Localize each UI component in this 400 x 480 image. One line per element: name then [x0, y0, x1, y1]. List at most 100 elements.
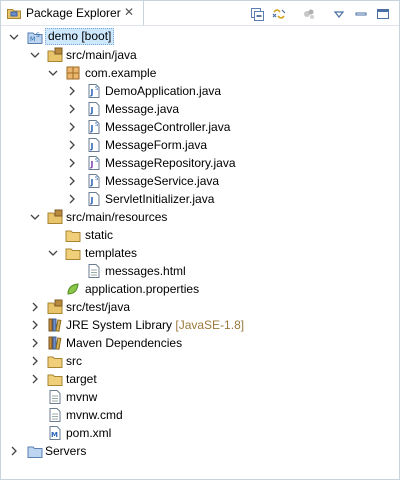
source-folder-icon	[47, 209, 63, 224]
chevron-down-icon[interactable]	[48, 64, 58, 82]
tree-item-label: templates	[85, 246, 138, 260]
tree-item-demo-project[interactable]: M S demo [boot]	[0, 28, 398, 46]
tree-item-servers-project[interactable]: Servers	[0, 442, 398, 460]
tree-item-file[interactable]: M pom.xml	[0, 424, 398, 442]
tree-item-label: static	[85, 228, 114, 242]
svg-text:J: J	[90, 106, 94, 115]
svg-text:J: J	[90, 142, 94, 151]
chevron-right-icon[interactable]	[67, 82, 77, 100]
tree-item-label: messages.html	[105, 264, 186, 278]
tree-item-label: application.properties	[85, 282, 200, 296]
chevron-right-icon[interactable]	[30, 352, 40, 370]
svg-text:J: J	[90, 196, 94, 205]
chevron-down-icon[interactable]	[9, 28, 19, 46]
tree-item-folder[interactable]: static	[0, 226, 398, 244]
maximize-icon[interactable]	[375, 6, 391, 22]
chevron-right-icon[interactable]	[67, 172, 77, 190]
svg-text:S: S	[95, 158, 98, 164]
svg-text:M: M	[30, 36, 35, 43]
minimize-icon[interactable]	[353, 6, 369, 22]
tree-item-label: DemoApplication.java	[105, 84, 222, 98]
tree-item-label: mvnw.cmd	[66, 408, 123, 422]
tree-item-label: MessageController.java	[105, 120, 231, 134]
tab-package-explorer[interactable]: Package Explorer ✕	[1, 1, 144, 25]
tree-item-folder[interactable]: templates	[0, 244, 398, 262]
file-icon	[88, 264, 100, 278]
tree-item-folder[interactable]: target	[0, 370, 398, 388]
chevron-down-icon[interactable]	[30, 46, 40, 64]
tree-item-label: src/main/resources	[66, 210, 168, 224]
collapse-all-icon[interactable]	[249, 6, 265, 22]
library-icon	[48, 336, 62, 350]
tree-item-label: Message.java	[105, 102, 180, 116]
library-icon	[48, 318, 62, 332]
link-with-editor-icon[interactable]	[271, 6, 287, 22]
java-file-icon: J	[88, 102, 100, 116]
tree-item-library[interactable]: JRE System Library [JavaSE-1.8]	[0, 316, 398, 334]
tree-item-label: mvnw	[66, 390, 98, 404]
tree-item-label: Maven Dependencies	[66, 336, 183, 350]
source-folder-icon	[47, 47, 63, 62]
svg-text:S: S	[95, 176, 98, 182]
svg-text:J: J	[90, 160, 94, 169]
tree-item-java-file[interactable]: JS MessageController.java	[0, 118, 398, 136]
tree-item-source-folder[interactable]: src/test/java	[0, 298, 398, 316]
tree-item-java-file[interactable]: J ServletInitializer.java	[0, 190, 398, 208]
view-menu-icon[interactable]	[331, 6, 347, 22]
java-file-icon: J	[88, 138, 100, 152]
source-folder-icon	[47, 299, 63, 314]
java-interface-file-icon: JS	[88, 156, 100, 170]
chevron-down-icon[interactable]	[30, 208, 40, 226]
tree-item-label: src/main/java	[66, 48, 137, 62]
chevron-down-icon[interactable]	[48, 244, 58, 262]
tree-item-file[interactable]: mvnw	[0, 388, 398, 406]
tree-item-file[interactable]: messages.html	[0, 262, 398, 280]
svg-text:J: J	[90, 88, 94, 97]
chevron-right-icon[interactable]	[67, 154, 77, 172]
tree-item-java-file[interactable]: JS MessageRepository.java	[0, 154, 398, 172]
java-file-icon: JS	[88, 120, 100, 134]
chevron-right-icon[interactable]	[67, 136, 77, 154]
chevron-right-icon[interactable]	[30, 334, 40, 352]
tree-item-label: JRE System Library [JavaSE-1.8]	[66, 316, 244, 334]
view-tab-bar: Package Explorer ✕	[1, 1, 399, 26]
boot-project-icon: M S	[27, 32, 43, 44]
chevron-right-icon[interactable]	[67, 118, 77, 136]
svg-text:S: S	[95, 122, 98, 128]
svg-text:J: J	[90, 124, 94, 133]
focus-icon[interactable]	[301, 6, 317, 22]
svg-text:S: S	[95, 86, 98, 92]
tree-item-label: MessageService.java	[105, 174, 220, 188]
maven-pom-icon: M	[49, 426, 61, 440]
tree-item-java-file[interactable]: J Message.java	[0, 100, 398, 118]
tree-item-source-folder[interactable]: src/main/java	[0, 46, 398, 64]
chevron-right-icon[interactable]	[30, 370, 40, 388]
tree-item-folder[interactable]: src	[0, 352, 398, 370]
chevron-right-icon[interactable]	[9, 442, 19, 460]
tree-item-file[interactable]: application.properties	[0, 280, 398, 298]
folder-icon	[65, 248, 81, 260]
file-icon	[49, 390, 61, 404]
package-icon	[66, 66, 80, 80]
tree-item-java-file[interactable]: J MessageForm.java	[0, 136, 398, 154]
close-icon[interactable]: ✕	[124, 5, 134, 19]
tree-item-label: MessageForm.java	[105, 138, 208, 152]
chevron-right-icon[interactable]	[30, 316, 40, 334]
tree-item-label: Servers	[45, 444, 87, 458]
svg-text:M: M	[51, 431, 58, 439]
package-explorer-icon	[7, 9, 21, 19]
file-icon	[49, 408, 61, 422]
chevron-right-icon[interactable]	[67, 100, 77, 118]
chevron-right-icon[interactable]	[30, 298, 40, 316]
tree-item-library[interactable]: Maven Dependencies	[0, 334, 398, 352]
tree-item-file[interactable]: mvnw.cmd	[0, 406, 398, 424]
properties-icon	[67, 283, 79, 295]
tree-item-java-file[interactable]: JS DemoApplication.java	[0, 82, 398, 100]
tree-item-package[interactable]: com.example	[0, 64, 398, 82]
svg-text:S: S	[36, 32, 40, 39]
tree-item-java-file[interactable]: JS MessageService.java	[0, 172, 398, 190]
tree-item-label: src	[66, 354, 82, 368]
tree-item-source-folder[interactable]: src/main/resources	[0, 208, 398, 226]
chevron-right-icon[interactable]	[67, 190, 77, 208]
java-file-icon: J	[88, 192, 100, 206]
